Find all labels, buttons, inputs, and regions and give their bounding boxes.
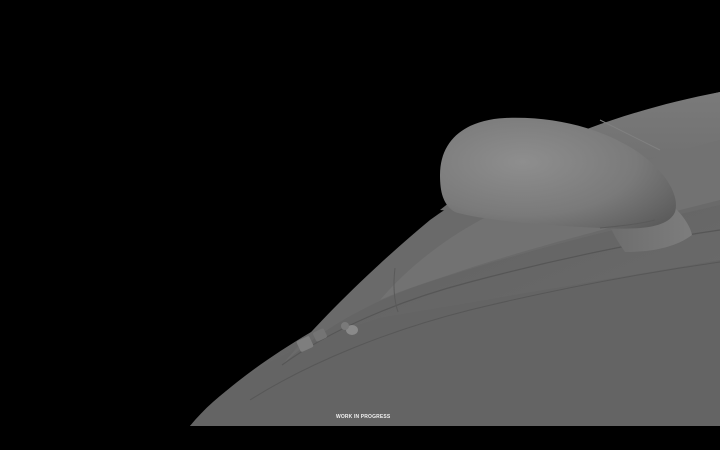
work-in-progress-caption: WORK IN PROGRESS	[336, 414, 391, 420]
bottom-bar	[0, 426, 720, 450]
render-frame: WORK IN PROGRESS	[0, 0, 720, 450]
car-render	[190, 92, 720, 426]
